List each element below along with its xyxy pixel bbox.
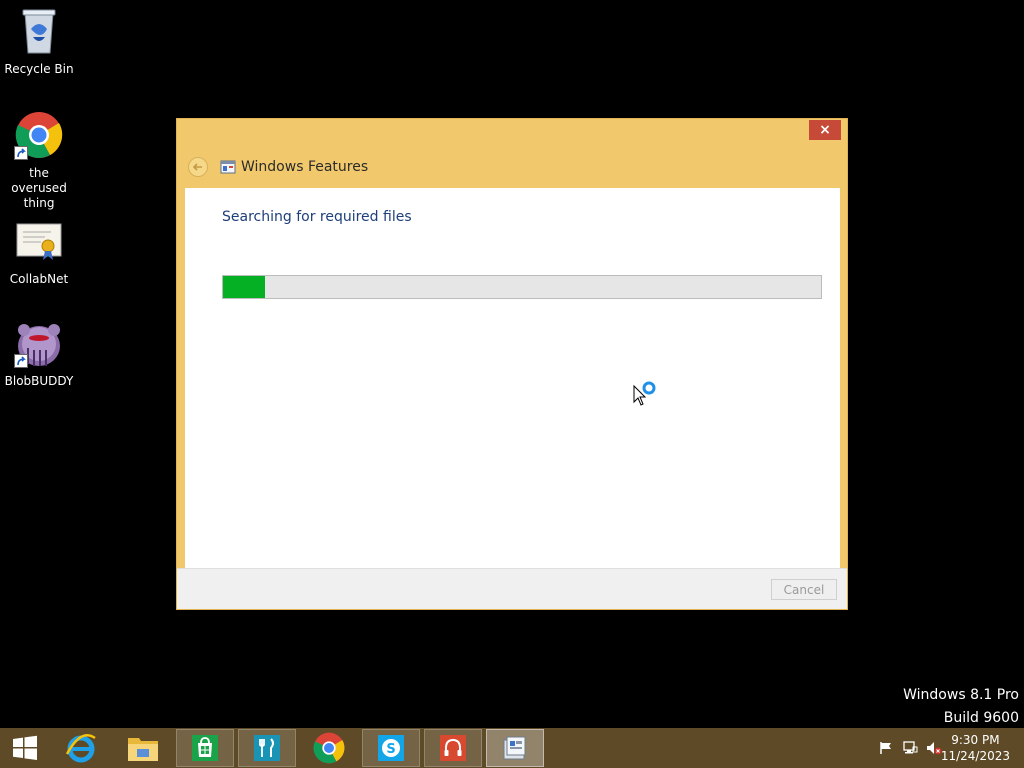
back-button[interactable] — [188, 157, 208, 177]
windows-features-icon — [220, 159, 236, 175]
system-tray: 9:30 PM 11/24/2023 — [864, 728, 1024, 768]
dialog-content: Searching for required files — [185, 188, 840, 601]
window-title: Windows Features — [241, 159, 369, 175]
shortcut-arrow-icon — [14, 146, 28, 160]
watermark-build: Build 9600 — [943, 710, 1019, 726]
close-icon: × — [819, 122, 831, 138]
os-watermark: Windows 8.1 Pro Build 9600 — [903, 684, 1019, 730]
svg-text:S: S — [386, 742, 395, 757]
windows-features-icon — [503, 736, 526, 760]
clock-date: 11/24/2023 — [940, 749, 1010, 763]
chrome-icon — [313, 732, 345, 764]
watermark-edition: Windows 8.1 Pro — [903, 687, 1019, 703]
network-icon[interactable] — [902, 740, 918, 756]
desktop-icon-label: the overused thing — [11, 166, 67, 210]
volume-muted-icon[interactable] — [926, 740, 942, 756]
store-icon — [192, 735, 218, 761]
desktop-icon-label: CollabNet — [9, 272, 69, 286]
taskbar: S 9:30 PM 11/24/2023 — [0, 728, 1024, 768]
close-button[interactable]: × — [809, 120, 841, 140]
clock-time: 9:30 PM — [951, 733, 1000, 747]
taskbar-clock[interactable]: 9:30 PM 11/24/2023 — [941, 732, 1010, 764]
taskbar-button-chrome[interactable] — [300, 729, 358, 767]
taskbar-button-store[interactable] — [176, 729, 234, 767]
desktop-icon-chrome-shortcut[interactable]: the overused thing — [0, 110, 78, 211]
start-button[interactable] — [0, 728, 50, 768]
desktop-icon-collabnet[interactable]: CollabNet — [0, 216, 78, 287]
fork-knife-icon — [254, 735, 280, 761]
back-arrow-icon — [192, 163, 202, 171]
action-center-flag-icon[interactable] — [878, 740, 894, 756]
headphones-icon — [440, 735, 466, 761]
status-text: Searching for required files — [222, 209, 412, 225]
desktop-icon-label: BlobBUDDY — [4, 374, 74, 388]
taskbar-button-food-drink[interactable] — [238, 729, 296, 767]
progress-fill — [223, 276, 265, 298]
dialog-footer: Cancel — [177, 568, 847, 609]
skype-icon: S — [378, 735, 404, 761]
taskbar-button-file-explorer[interactable] — [114, 729, 172, 767]
taskbar-button-windows-features[interactable] — [486, 729, 544, 767]
certificate-icon — [14, 216, 64, 266]
shortcut-arrow-icon — [14, 354, 28, 368]
desktop-icon-recycle-bin[interactable]: Recycle Bin — [0, 6, 78, 77]
desktop-icon-label: Recycle Bin — [4, 62, 74, 76]
windows-logo-icon — [13, 735, 37, 760]
recycle-bin-icon — [14, 6, 64, 56]
blob-creature-icon — [14, 318, 64, 368]
taskbar-button-internet-explorer[interactable] — [52, 729, 110, 767]
cancel-button[interactable]: Cancel — [771, 579, 837, 600]
chrome-icon — [14, 110, 64, 160]
taskbar-button-skype[interactable]: S — [362, 729, 420, 767]
taskbar-button-music[interactable] — [424, 729, 482, 767]
progress-bar — [222, 275, 822, 299]
ie-icon — [65, 734, 96, 763]
desktop-icon-blobbuddy[interactable]: BlobBUDDY — [0, 318, 78, 389]
folder-icon — [128, 738, 158, 761]
busy-cursor-icon — [633, 380, 659, 408]
windows-features-dialog: × Windows Features Searching for require… — [176, 118, 848, 610]
